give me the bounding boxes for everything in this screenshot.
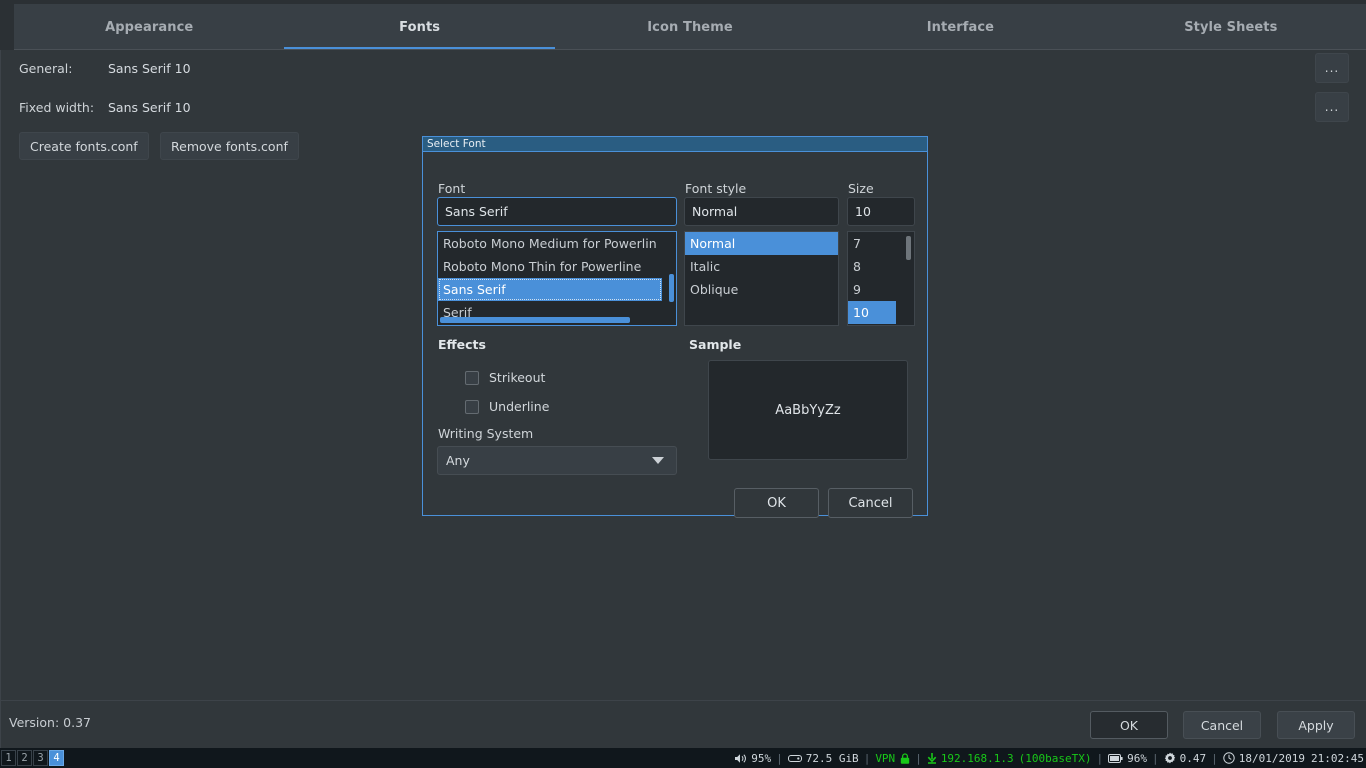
strikeout-label: Strikeout	[489, 370, 546, 385]
general-font-value[interactable]: Sans Serif 10	[108, 61, 191, 76]
writing-system-select[interactable]: Any	[437, 446, 677, 475]
font-list-vertical-scrollbar[interactable]	[669, 274, 674, 302]
tab-fonts[interactable]: Fonts	[284, 4, 556, 50]
font-label: Font	[438, 181, 466, 196]
clock-indicator[interactable]: 18/01/2019 21:02:45	[1223, 752, 1364, 765]
writing-system-value: Any	[446, 453, 470, 468]
underline-checkbox[interactable]	[465, 399, 479, 414]
font-name-input[interactable]: Sans Serif	[437, 197, 677, 226]
list-item[interactable]: 10	[848, 301, 896, 324]
workspace-button-3[interactable]: 3	[33, 750, 48, 766]
vpn-label: VPN	[875, 751, 896, 765]
underline-label: Underline	[489, 399, 550, 414]
dialog-body: Font Sans Serif Roboto Mono Medium for P…	[423, 152, 927, 518]
tray-separator: |	[776, 751, 783, 765]
network-down-icon	[927, 752, 937, 764]
sample-label: Sample	[689, 337, 742, 352]
size-list[interactable]: 7 8 9 10	[847, 231, 915, 326]
workspace-button-1[interactable]: 1	[1, 750, 16, 766]
general-font-label: General:	[19, 61, 73, 76]
underline-checkbox-row[interactable]: Underline	[465, 399, 549, 414]
writing-system-label: Writing System	[438, 426, 534, 441]
tray-separator: |	[1152, 751, 1159, 765]
clock-icon	[1223, 752, 1235, 764]
size-label: Size	[848, 181, 874, 196]
lock-icon	[900, 752, 910, 764]
sample-preview: AaBbYyZz	[708, 360, 908, 460]
disk-indicator[interactable]: 72.5 GiB	[787, 751, 859, 765]
workspace-button-2[interactable]: 2	[17, 750, 32, 766]
cpu-load-value: 0.47	[1179, 751, 1207, 765]
tab-bar: Appearance Fonts Icon Theme Interface St…	[0, 0, 1366, 50]
workspace-button-4[interactable]: 4	[49, 750, 64, 766]
list-item[interactable]: 9	[848, 278, 914, 301]
window-bottom-bar: Version: 0.37 OK Cancel Apply	[1, 700, 1366, 748]
font-style-input[interactable]: Normal	[684, 197, 839, 226]
list-item[interactable]: Roboto Mono Medium for Powerlin	[438, 232, 676, 255]
version-label: Version: 0.37	[9, 715, 91, 730]
tab-interface[interactable]: Interface	[825, 4, 1096, 50]
font-style-list[interactable]: Normal Italic Oblique	[684, 231, 839, 326]
strikeout-checkbox-row[interactable]: Strikeout	[465, 370, 545, 385]
font-style-label: Font style	[685, 181, 747, 196]
dialog-cancel-button[interactable]: Cancel	[828, 488, 913, 518]
network-indicator[interactable]: 192.168.1.3 (100baseTX)	[927, 752, 1092, 765]
tab-style-sheets[interactable]: Style Sheets	[1095, 4, 1366, 50]
gear-icon	[1164, 752, 1176, 764]
list-item[interactable]: Sans Serif	[438, 278, 662, 301]
battery-indicator[interactable]: 96%	[1108, 752, 1147, 765]
dialog-ok-button[interactable]: OK	[734, 488, 819, 518]
select-font-dialog: Select Font Font Sans Serif Roboto Mono …	[422, 136, 928, 518]
tray-separator: |	[1096, 751, 1104, 765]
disk-value: 72.5 GiB	[805, 751, 859, 765]
time-value: 21:02:45	[1311, 751, 1364, 765]
list-item[interactable]: Roboto Mono Thin for Powerline	[438, 255, 676, 278]
general-font-browse-button[interactable]: ...	[1315, 53, 1349, 83]
create-fonts-conf-button[interactable]: Create fonts.conf	[19, 132, 149, 160]
chevron-down-icon	[652, 457, 664, 464]
fixed-width-font-browse-button[interactable]: ...	[1315, 92, 1349, 122]
tray-separator: |	[1211, 751, 1218, 765]
effects-label: Effects	[438, 337, 486, 352]
apply-button[interactable]: Apply	[1277, 711, 1355, 739]
network-type: (100baseTX)	[1018, 751, 1092, 765]
tab-appearance[interactable]: Appearance	[14, 4, 285, 50]
list-item[interactable]: Oblique	[685, 278, 838, 301]
battery-icon	[1108, 753, 1123, 763]
ok-button[interactable]: OK	[1090, 711, 1168, 739]
size-input[interactable]: 10	[847, 197, 915, 226]
date-value: 18/01/2019	[1238, 751, 1306, 765]
harddisk-icon	[787, 753, 802, 763]
size-list-vertical-scrollbar[interactable]	[906, 236, 911, 260]
taskbar: 1 2 3 4 95% | 72.5 GiB | VPN | 192.168.1…	[0, 748, 1366, 768]
dialog-title-bar[interactable]: Select Font	[423, 137, 927, 152]
tab-icon-theme[interactable]: Icon Theme	[554, 4, 826, 50]
ip-address: 192.168.1.3	[940, 751, 1014, 765]
fixed-width-font-label: Fixed width:	[19, 100, 95, 115]
speaker-icon	[734, 753, 747, 764]
list-item[interactable]: 7	[848, 232, 914, 255]
tray-separator: |	[915, 751, 922, 765]
strikeout-checkbox[interactable]	[465, 370, 479, 385]
vpn-indicator[interactable]: VPN	[875, 752, 910, 765]
cancel-button[interactable]: Cancel	[1183, 711, 1261, 739]
remove-fonts-conf-button[interactable]: Remove fonts.conf	[160, 132, 299, 160]
font-list[interactable]: Roboto Mono Medium for Powerlin Roboto M…	[437, 231, 677, 326]
font-list-horizontal-scrollbar[interactable]	[440, 317, 630, 323]
system-tray: 95% | 72.5 GiB | VPN | 192.168.1.3 (100b…	[734, 752, 1366, 765]
list-item[interactable]: 8	[848, 255, 914, 278]
volume-indicator[interactable]: 95%	[734, 752, 771, 765]
tray-separator: |	[863, 751, 871, 765]
battery-value: 96%	[1127, 751, 1148, 765]
cpu-load-indicator[interactable]: 0.47	[1164, 751, 1207, 765]
list-item[interactable]: Normal	[685, 232, 838, 255]
list-item[interactable]: Italic	[685, 255, 838, 278]
fixed-width-font-value[interactable]: Sans Serif 10	[108, 100, 191, 115]
volume-value: 95%	[751, 751, 772, 765]
